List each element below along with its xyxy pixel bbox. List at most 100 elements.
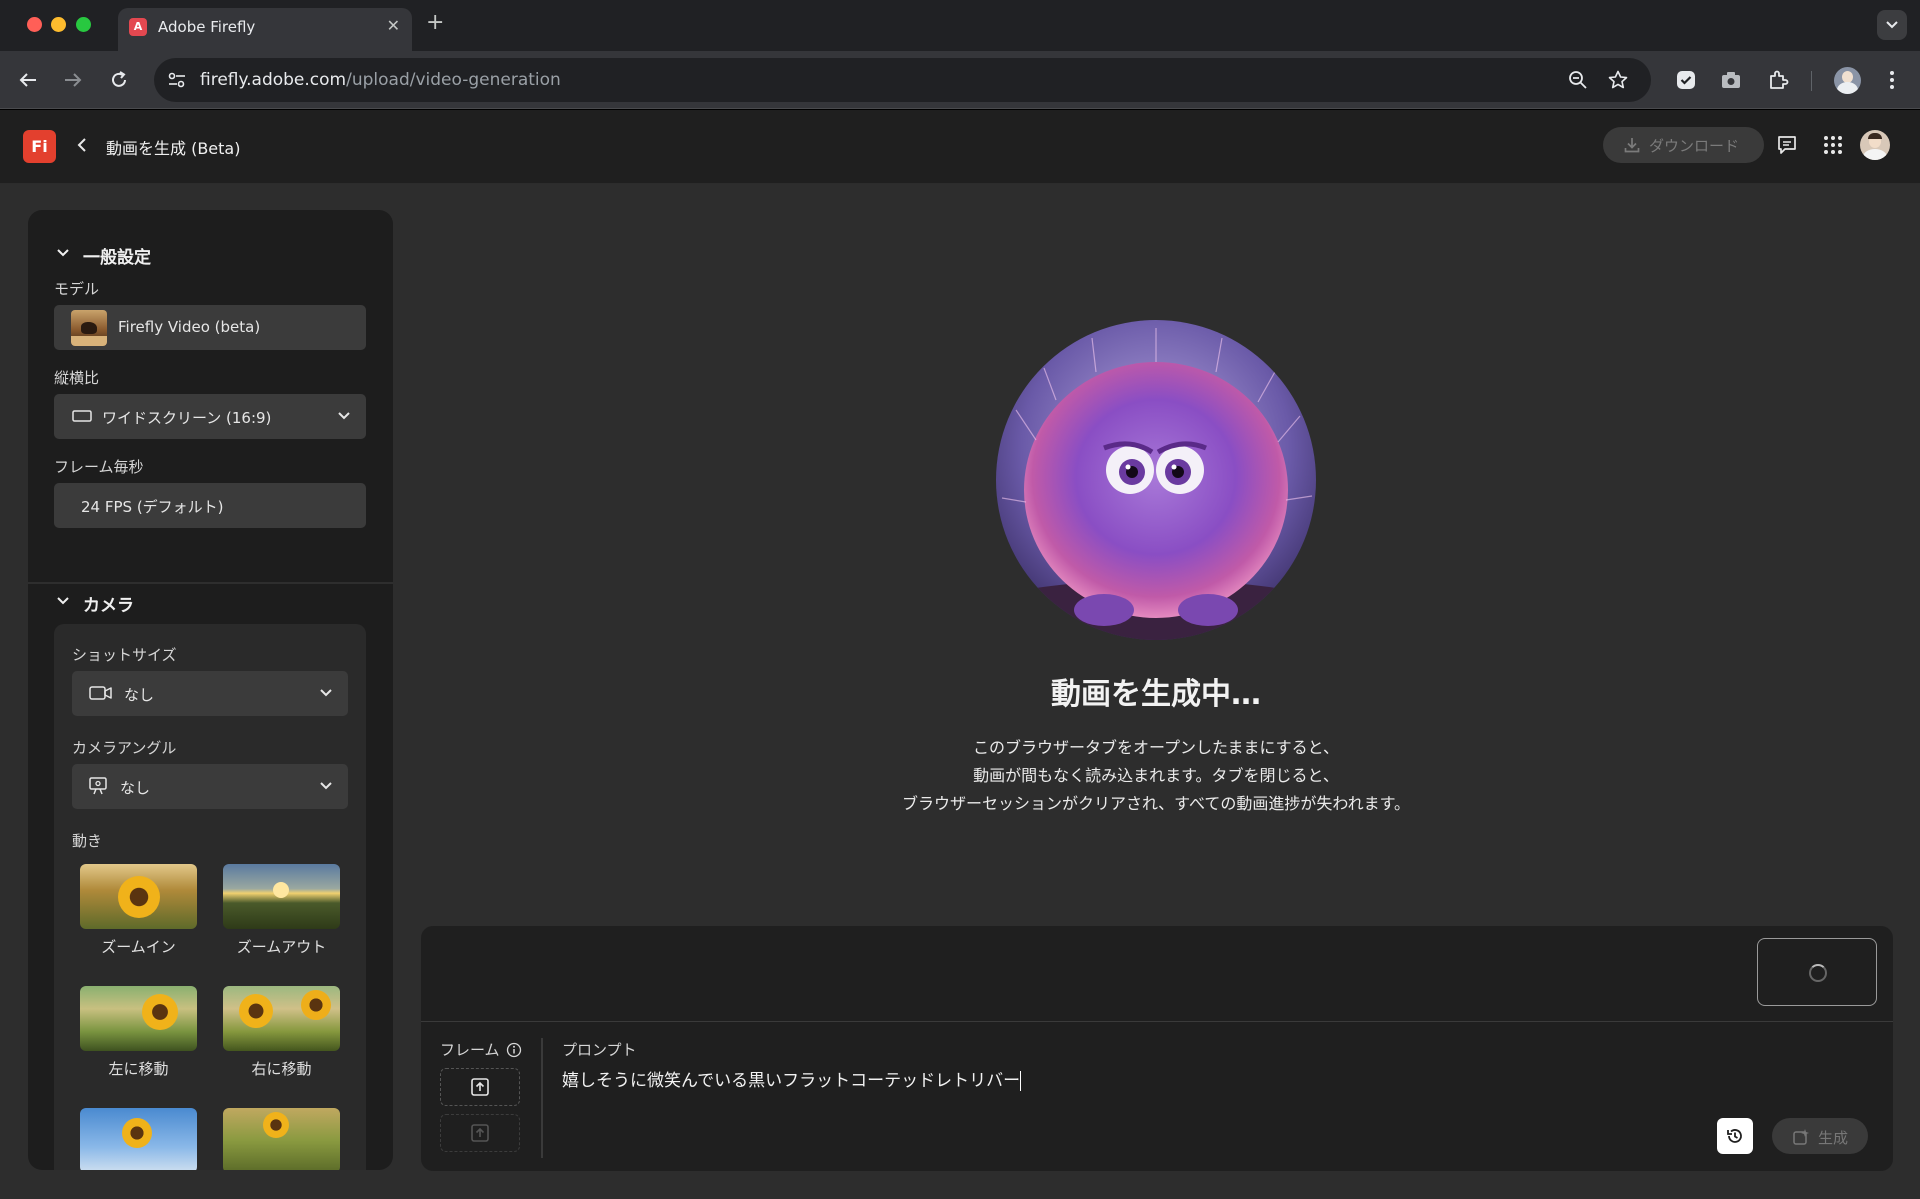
tab-search-button[interactable] — [1877, 10, 1907, 40]
general-settings-title: 一般設定 — [83, 248, 151, 268]
back-arrow-icon[interactable] — [16, 68, 40, 92]
zoom-icon[interactable] — [1567, 69, 1589, 91]
chevron-down-icon — [1886, 21, 1898, 29]
frame-prompt-divider — [541, 1038, 543, 1158]
new-tab-button[interactable]: + — [426, 12, 444, 34]
generating-desc-line-3: ブラウザーセッションがクリアされ、すべての動画進捗が失われます。 — [901, 794, 1410, 813]
profile-avatar[interactable] — [1834, 67, 1861, 94]
url-text: firefly.adobe.com/upload/video-generatio… — [200, 70, 561, 90]
fps-label: フレーム毎秒 — [54, 458, 144, 476]
forward-arrow-icon[interactable] — [61, 68, 85, 92]
motion-zoom-in-thumb[interactable] — [80, 864, 197, 929]
prompt-value: 嬉しそうに微笑んでいる黒いフラットコーテッドレトリバー — [562, 1071, 1021, 1091]
history-button[interactable] — [1717, 1118, 1753, 1154]
loading-character-image — [996, 320, 1316, 640]
camera-angle-icon — [89, 777, 107, 795]
browser-toolbar: firefly.adobe.com/upload/video-generatio… — [0, 51, 1920, 109]
aspect-ratio-value: ワイドスクリーン (16:9) — [102, 409, 272, 427]
info-icon[interactable] — [506, 1042, 522, 1058]
generate-sparkle-icon — [1793, 1129, 1809, 1145]
motion-move-left-label: 左に移動 — [108, 1060, 169, 1078]
generation-preview-slot — [1757, 938, 1877, 1006]
bookmark-star-icon[interactable] — [1607, 69, 1629, 91]
extension-check-icon[interactable] — [1674, 68, 1698, 92]
motion-thumb-6[interactable] — [223, 1108, 340, 1170]
history-icon — [1727, 1129, 1742, 1143]
main-area: 一般設定 モデル Firefly Video (beta) 縦横比 ワイドスクリ… — [0, 184, 1920, 1199]
prompt-card-divider — [421, 1021, 1893, 1022]
user-avatar[interactable] — [1860, 130, 1890, 160]
start-frame-upload[interactable] — [440, 1068, 520, 1106]
loading-spinner-icon — [1809, 964, 1827, 982]
address-bar[interactable]: firefly.adobe.com/upload/video-generatio… — [154, 58, 1651, 102]
url-path: /upload/video-generation — [346, 70, 561, 90]
motion-thumb-5[interactable] — [80, 1108, 197, 1170]
motion-zoom-out-label: ズームアウト — [236, 938, 327, 956]
motion-zoom-out-thumb[interactable] — [223, 864, 340, 929]
camera-settings-box: ショットサイズ なし カメラアングル なし 動き ズームイン ズームアウト 左に… — [54, 624, 366, 1170]
camera-angle-label: カメラアングル — [72, 739, 177, 757]
adobe-favicon-icon: A — [129, 18, 147, 36]
widescreen-icon — [72, 410, 92, 422]
prompt-input[interactable]: 嬉しそうに微笑んでいる黒いフラットコーテッドレトリバー — [562, 1066, 1022, 1091]
aspect-ratio-select[interactable]: ワイドスクリーン (16:9) — [54, 394, 366, 439]
firefly-logo[interactable]: Fi — [23, 130, 56, 163]
browser-tab-active[interactable]: A Adobe Firefly ✕ — [118, 8, 412, 51]
model-thumbnail — [71, 310, 107, 346]
motion-label: 動き — [72, 832, 103, 850]
prompt-card: フレーム プロンプト 嬉しそうに微笑んでいる黒いフラットコーテッドレトリバー 生… — [421, 926, 1893, 1171]
reload-icon[interactable] — [107, 68, 131, 92]
motion-move-left-thumb[interactable] — [80, 986, 197, 1051]
generating-title: 動画を生成中… — [1051, 677, 1261, 712]
window-close-button[interactable] — [27, 17, 42, 32]
window-maximize-button[interactable] — [76, 17, 91, 32]
aspect-ratio-label: 縦横比 — [54, 369, 100, 387]
window-minimize-button[interactable] — [51, 17, 66, 32]
chevron-down-icon — [338, 412, 350, 420]
generate-button[interactable]: 生成 — [1772, 1118, 1868, 1154]
extensions-puzzle-icon[interactable] — [1766, 68, 1790, 92]
download-icon — [1624, 138, 1640, 153]
download-label: ダウンロード — [1649, 137, 1740, 155]
end-frame-upload[interactable] — [440, 1114, 520, 1152]
video-camera-icon — [89, 686, 112, 700]
shot-size-value: なし — [124, 686, 155, 704]
browser-tab-strip: A Adobe Firefly ✕ + — [0, 0, 1920, 51]
camera-extension-icon[interactable] — [1719, 68, 1743, 92]
motion-move-right-label: 右に移動 — [251, 1060, 312, 1078]
fps-value: 24 FPS (デフォルト) — [81, 498, 224, 516]
back-chevron-icon[interactable] — [74, 135, 90, 155]
generate-label: 生成 — [1818, 1129, 1849, 1147]
settings-panel: 一般設定 モデル Firefly Video (beta) 縦横比 ワイドスクリ… — [28, 210, 393, 1170]
chevron-down-icon — [57, 249, 69, 257]
feedback-icon[interactable] — [1776, 134, 1798, 156]
url-host: firefly.adobe.com — [200, 70, 347, 90]
camera-angle-select[interactable]: なし — [72, 764, 348, 809]
tab-title: Adobe Firefly — [158, 18, 256, 36]
shot-size-label: ショットサイズ — [72, 646, 177, 664]
chevron-down-icon — [57, 597, 69, 605]
text-caret — [1020, 1071, 1022, 1091]
camera-title: カメラ — [83, 596, 134, 616]
generating-desc-line-1: このブラウザータブをオープンしたままにすると、 — [972, 738, 1340, 757]
download-button[interactable]: ダウンロード — [1603, 127, 1764, 163]
site-settings-icon[interactable] — [166, 69, 188, 91]
motion-move-right-thumb[interactable] — [223, 986, 340, 1051]
frame-label-text: フレーム — [440, 1041, 500, 1059]
chevron-down-icon — [320, 782, 332, 790]
page-title: 動画を生成 (Beta) — [106, 139, 241, 158]
generating-desc-line-2: 動画が間もなく読み込まれます。タブを閉じると、 — [973, 766, 1339, 785]
model-value: Firefly Video (beta) — [118, 318, 261, 336]
toolbar-separator — [1811, 71, 1812, 91]
fps-field[interactable]: 24 FPS (デフォルト) — [54, 483, 366, 528]
shot-size-select[interactable]: なし — [72, 671, 348, 716]
motion-zoom-in-label: ズームイン — [101, 938, 176, 956]
chrome-menu-icon[interactable] — [1880, 68, 1904, 92]
apps-grid-icon[interactable] — [1822, 134, 1844, 156]
tab-close-icon[interactable]: ✕ — [387, 16, 400, 35]
upload-icon — [471, 1124, 489, 1142]
model-label: モデル — [54, 280, 100, 298]
prompt-label: プロンプト — [562, 1041, 637, 1059]
model-select[interactable]: Firefly Video (beta) — [54, 305, 366, 350]
section-divider — [28, 582, 393, 584]
